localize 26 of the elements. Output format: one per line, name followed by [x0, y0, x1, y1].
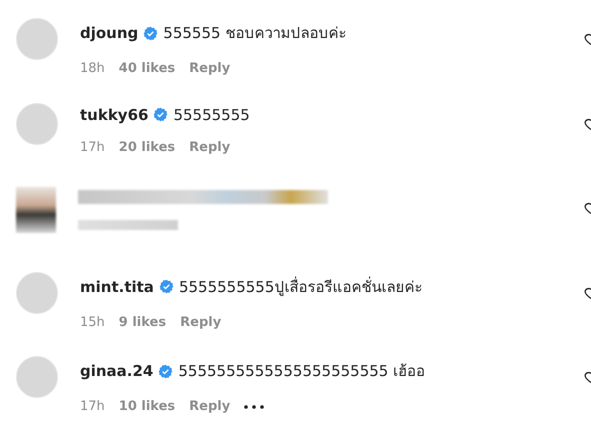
comment-time: 17h [80, 140, 105, 155]
likes-count[interactable]: 20 likes [118, 140, 176, 155]
comment-text: 5555555555555555555555 เฮ้ออ [178, 361, 426, 382]
reply-button[interactable]: Reply [180, 314, 222, 330]
comment-text: 5555555555ปูเสื่อรอรีแอคชั่นเลยค่ะ [178, 276, 422, 298]
comment-text: 55555555 [173, 106, 250, 124]
verified-badge-icon [143, 26, 158, 40]
username[interactable]: mint.tita [80, 278, 154, 296]
likes-count[interactable]: 9 likes [118, 314, 166, 330]
comment-time: 18h [80, 61, 105, 76]
verified-badge-icon [158, 364, 174, 379]
username[interactable]: ginaa.24 [80, 362, 154, 380]
comment-text: 555555 ชอบความปลอบค่ะ [163, 23, 346, 44]
verified-badge-icon [153, 107, 168, 122]
pixelated-avatar [16, 187, 56, 234]
likes-count[interactable]: 10 likes [118, 399, 176, 414]
reply-button[interactable]: Reply [189, 61, 230, 76]
verified-badge-icon [158, 279, 174, 294]
more-options-icon[interactable] [244, 404, 264, 409]
username[interactable]: djoung [80, 24, 138, 42]
likes-count[interactable]: 40 likes [118, 61, 176, 76]
reply-button[interactable]: Reply [189, 140, 230, 155]
comment-time: 15h [80, 314, 105, 330]
reply-button[interactable]: Reply [189, 399, 230, 414]
comment-time: 17h [80, 399, 105, 414]
username[interactable]: tukky66 [80, 106, 148, 124]
